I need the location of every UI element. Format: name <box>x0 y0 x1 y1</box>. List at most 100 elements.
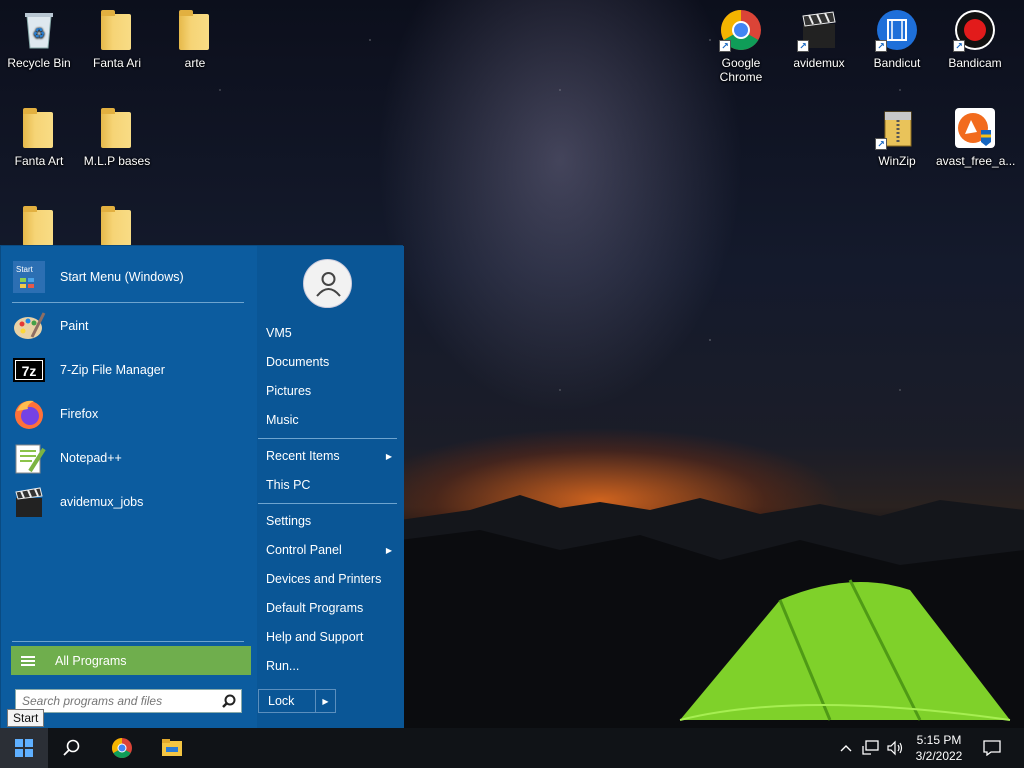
svg-text:Start: Start <box>16 265 34 274</box>
start-menu-link-label: Help and Support <box>266 630 364 644</box>
desktop-icon-arte[interactable]: arte <box>156 8 234 70</box>
notepad-plus-plus-icon <box>12 441 46 475</box>
chevron-right-icon: ▶ <box>385 451 392 461</box>
desktop-icon-bandicam[interactable]: ↗ Bandicam <box>936 8 1014 70</box>
taskbar: 5:15 PM 3/2/2022 <box>0 728 1024 768</box>
start-menu-item-paint[interactable]: Paint <box>12 306 250 346</box>
all-programs-button[interactable]: All Programs <box>11 646 251 675</box>
start-button[interactable] <box>0 728 48 768</box>
start-menu-link-label: Control Panel <box>266 543 342 557</box>
winzip-icon: ↗ <box>875 106 919 150</box>
start-menu-link-label: This PC <box>266 478 311 492</box>
start-menu-separator <box>12 641 244 642</box>
start-menu-link-user[interactable]: VM5 <box>266 322 398 344</box>
film-icon: ↗ <box>875 8 919 52</box>
desktop-icon-recycle-bin[interactable]: ♻ Recycle Bin <box>0 8 78 70</box>
start-menu-link-default-programs[interactable]: Default Programs <box>266 597 398 619</box>
shortcut-arrow-icon: ↗ <box>719 40 731 52</box>
start-menu-link-documents[interactable]: Documents <box>266 351 398 373</box>
speaker-icon <box>887 740 903 756</box>
volume-button[interactable] <box>884 728 906 768</box>
search-icon[interactable] <box>217 690 241 712</box>
taskbar-clock[interactable]: 5:15 PM 3/2/2022 <box>904 732 974 764</box>
start-menu-link-label: Devices and Printers <box>266 572 382 586</box>
start-menu-separator <box>258 438 397 439</box>
all-programs-label: All Programs <box>55 653 127 668</box>
wallpaper-tent <box>679 579 1011 721</box>
start-menu-link-recent-items[interactable]: Recent Items ▶ <box>266 445 398 467</box>
start-menu-link-label: Music <box>266 413 299 427</box>
taskbar-chrome-button[interactable] <box>98 728 146 768</box>
desktop-icon-bandicut[interactable]: ↗ Bandicut <box>858 8 936 70</box>
desktop-icon-winzip[interactable]: ↗ WinZip <box>858 106 936 168</box>
taskbar-file-explorer-button[interactable] <box>148 728 196 768</box>
lock-button-label: Lock <box>268 694 295 708</box>
chrome-icon: ↗ <box>719 8 763 52</box>
user-icon <box>316 272 341 297</box>
taskbar-search-button[interactable] <box>48 728 96 768</box>
start-menu-item-label: Notepad++ <box>60 451 122 465</box>
search-input[interactable] <box>16 691 217 711</box>
desktop-icon-label: Bandicam <box>948 56 1002 70</box>
start-menu-link-pictures[interactable]: Pictures <box>266 380 398 402</box>
show-hidden-icons-button[interactable] <box>836 728 856 768</box>
start-menu-link-label: Settings <box>266 514 312 528</box>
desktop-icon-fanta-art[interactable]: Fanta Art <box>0 106 78 168</box>
start-menu-link-run[interactable]: Run... <box>266 655 398 677</box>
list-icon <box>21 654 35 668</box>
avast-icon <box>953 106 997 150</box>
start-menu-item-label: avidemux_jobs <box>60 495 144 509</box>
desktop-icon-label: Fanta Ari <box>92 56 142 70</box>
shortcut-arrow-icon: ↗ <box>953 40 965 52</box>
start-menu-link-control-panel[interactable]: Control Panel ▶ <box>266 539 398 561</box>
start-tooltip: Start <box>7 709 45 727</box>
folder-icon <box>17 106 61 150</box>
start-menu-item-label: 7-Zip File Manager <box>60 363 165 377</box>
svg-text:7z: 7z <box>22 363 37 379</box>
start-menu-item-7zip[interactable]: 7z 7-Zip File Manager <box>12 350 250 390</box>
user-avatar[interactable] <box>303 259 352 308</box>
desktop-icon-label: avast_free_a... <box>936 154 1016 168</box>
seven-zip-icon: 7z <box>12 353 46 387</box>
folder-icon <box>17 204 61 248</box>
start-menu-item-notepad-plus-plus[interactable]: Notepad++ <box>12 438 250 478</box>
start-menu-item-firefox[interactable]: Firefox <box>12 394 250 434</box>
network-button[interactable] <box>860 728 882 768</box>
clock-time: 5:15 PM <box>916 733 962 747</box>
start-menu-item-label: Paint <box>60 319 89 333</box>
desktop-icon-label: Recycle Bin <box>7 56 71 70</box>
start-menu-link-label: Default Programs <box>266 601 364 615</box>
start-menu-link-label: Pictures <box>266 384 312 398</box>
desktop-icon-fanta-ari[interactable]: Fanta Ari <box>78 8 156 70</box>
folder-icon <box>95 204 139 248</box>
start-menu-item-avidemux-jobs[interactable]: avidemux_jobs <box>12 482 250 522</box>
chrome-icon <box>112 738 132 758</box>
start-menu-link-this-pc[interactable]: This PC <box>266 474 398 496</box>
start-menu-link-settings[interactable]: Settings <box>266 510 398 532</box>
chevron-right-icon[interactable]: ▶ <box>315 690 335 712</box>
desktop-icon-label: Fanta Art <box>14 154 64 168</box>
desktop-icon-mlp-bases[interactable]: M.L.P bases <box>78 106 156 168</box>
notifications-button[interactable] <box>980 728 1004 768</box>
start-menu-separator <box>258 503 397 504</box>
start-menu-icon: Start <box>12 260 46 294</box>
desktop-icon-label: Google Chrome <box>719 56 763 84</box>
search-icon <box>63 739 80 756</box>
start-menu-link-help-support[interactable]: Help and Support <box>266 626 398 648</box>
lock-button[interactable]: Lock ▶ <box>258 689 336 713</box>
start-menu-link-music[interactable]: Music <box>266 409 398 431</box>
folder-icon <box>95 8 139 52</box>
desktop-icon-label: arte <box>184 56 206 70</box>
desktop-icon-label: Bandicut <box>873 56 921 70</box>
start-menu-separator <box>12 302 244 303</box>
windows-logo-icon <box>15 739 33 757</box>
start-menu-pinned-item[interactable]: Start Start Menu (Windows) <box>12 257 250 297</box>
desktop-icon-avidemux[interactable]: ↗ avidemux <box>780 8 858 70</box>
start-menu-link-label: VM5 <box>266 326 292 340</box>
start-menu-link-devices-printers[interactable]: Devices and Printers <box>266 568 398 590</box>
desktop-icon-avast[interactable]: avast_free_a... <box>936 106 1016 168</box>
chevron-up-icon <box>840 745 852 752</box>
desktop-icon-google-chrome[interactable]: ↗ Google Chrome <box>702 8 780 84</box>
network-icon <box>862 740 879 755</box>
clapperboard-icon: ↗ <box>797 8 841 52</box>
